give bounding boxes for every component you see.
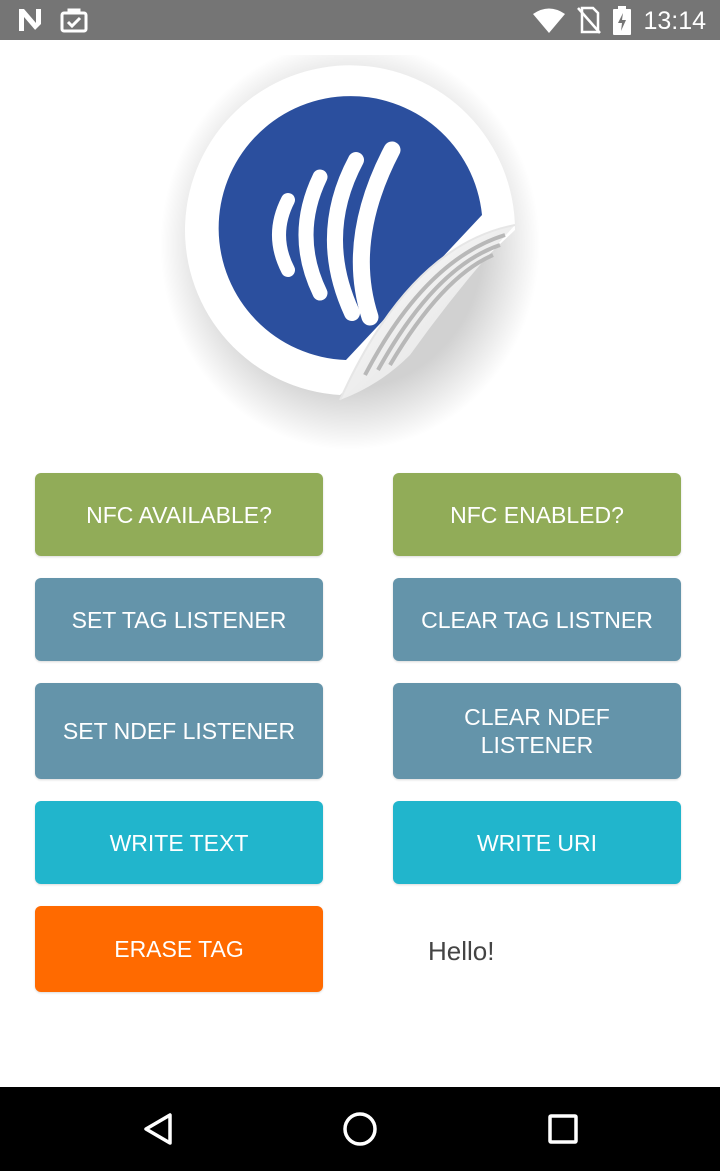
notification-n-icon xyxy=(16,6,44,39)
clear-tag-listener-label: CLEAR TAG LISTNER xyxy=(421,606,653,633)
set-ndef-listener-label: SET NDEF LISTENER xyxy=(62,718,296,744)
clear-ndef-listener-button[interactable]: CLEAR NDEF LISTENER xyxy=(393,683,681,779)
set-tag-listener-button[interactable]: SET TAG LISTENER xyxy=(35,578,323,661)
message-text: Hello! xyxy=(428,936,495,966)
clear-ndef-listener-label-line2: LISTENER xyxy=(480,732,594,758)
recents-icon[interactable] xyxy=(543,1109,583,1149)
erase-tag-label: ERASE TAG xyxy=(114,936,244,962)
write-text-button[interactable]: WRITE TEXT xyxy=(35,801,323,884)
navigation-bar xyxy=(0,1087,720,1171)
nfc-available-label: NFC AVAILABLE? xyxy=(86,501,272,528)
briefcase-check-icon xyxy=(60,6,88,39)
set-ndef-listener-button[interactable]: SET NDEF LISTENER xyxy=(35,683,323,779)
status-bar: 13:14 xyxy=(0,0,720,40)
no-sim-icon xyxy=(576,6,602,39)
nfc-sticker-logo xyxy=(160,40,560,465)
status-time: 13:14 xyxy=(643,7,706,35)
battery-charging-icon xyxy=(612,6,632,41)
erase-tag-button[interactable]: ERASE TAG xyxy=(35,906,323,992)
back-icon[interactable] xyxy=(138,1109,178,1149)
clear-tag-listener-button[interactable]: CLEAR TAG LISTNER xyxy=(393,578,681,661)
wifi-icon xyxy=(532,8,566,39)
nfc-enabled-button[interactable]: NFC ENABLED? xyxy=(393,473,681,556)
set-tag-listener-label: SET TAG LISTENER xyxy=(71,606,287,633)
write-uri-button[interactable]: WRITE URI xyxy=(393,801,681,884)
clear-ndef-listener-label-line1: CLEAR NDEF xyxy=(464,704,610,730)
write-text-label: WRITE TEXT xyxy=(109,829,249,856)
home-icon[interactable] xyxy=(340,1109,380,1149)
nfc-available-button[interactable]: NFC AVAILABLE? xyxy=(35,473,323,556)
app-screen: 13:14 NFC AVAILABLE? NFC ENABLED? SET TA… xyxy=(0,0,720,1171)
nfc-enabled-label: NFC ENABLED? xyxy=(450,501,624,528)
write-uri-label: WRITE URI xyxy=(476,829,598,856)
